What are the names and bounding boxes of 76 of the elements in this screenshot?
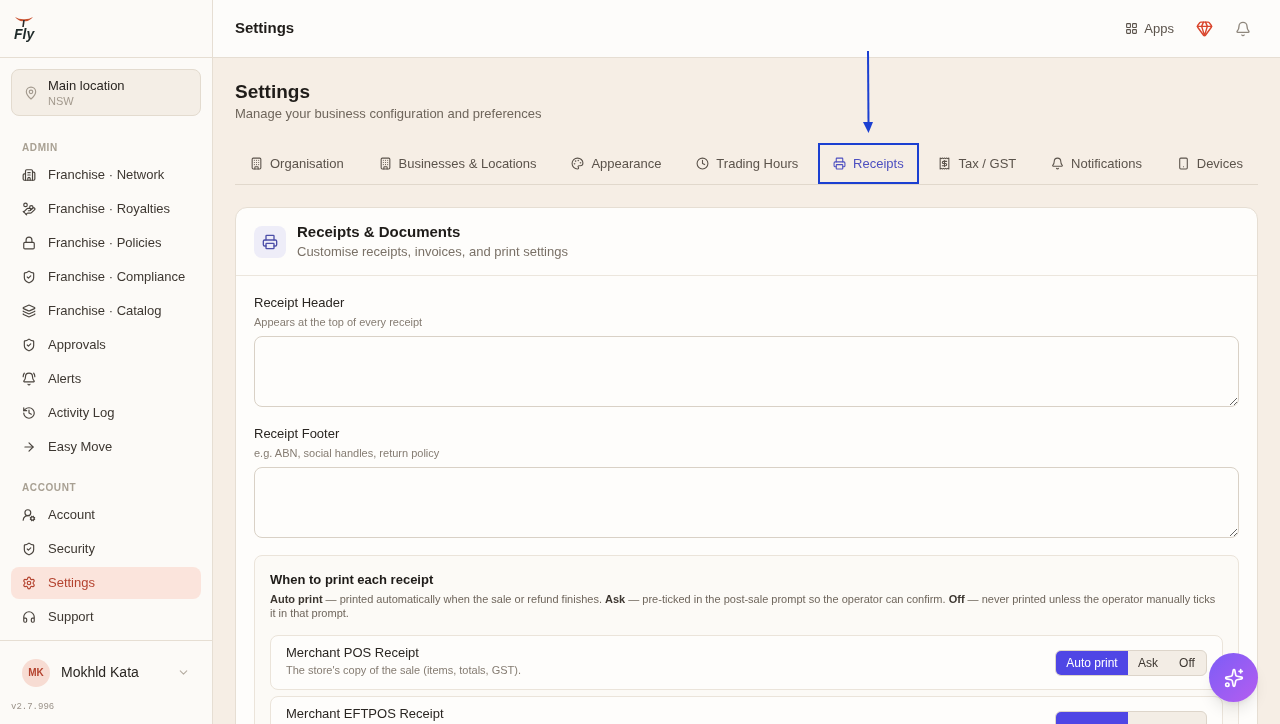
clock-icon bbox=[696, 157, 710, 170]
print-mode-option[interactable]: Auto print bbox=[1056, 651, 1128, 675]
settings-tab[interactable]: Businesses & Locations bbox=[363, 143, 552, 184]
sidebar-item[interactable]: Security bbox=[11, 533, 201, 565]
palette-icon bbox=[571, 157, 585, 170]
notifications-bell-icon[interactable] bbox=[1235, 20, 1251, 37]
map-pin-icon bbox=[24, 85, 38, 100]
receipt-name: Merchant POS Receipt bbox=[286, 645, 420, 661]
layers-icon bbox=[22, 304, 36, 318]
location-region: NSW bbox=[48, 94, 75, 108]
shield-check-icon bbox=[22, 270, 36, 284]
bell-icon bbox=[1051, 157, 1065, 170]
phone-icon bbox=[1176, 157, 1190, 170]
headphones-icon bbox=[22, 610, 36, 624]
page-title: Settings bbox=[235, 80, 311, 104]
receipt-name: Merchant EFTPOS Receipt bbox=[286, 706, 444, 722]
gem-icon[interactable] bbox=[1196, 20, 1213, 37]
building-icon bbox=[378, 157, 392, 170]
sidebar-item[interactable]: Account bbox=[11, 499, 201, 531]
section-heading: ADMIN bbox=[21, 141, 59, 155]
receipt-icon bbox=[938, 157, 952, 170]
settings-icon bbox=[22, 576, 36, 590]
sidebar-item[interactable]: Alerts bbox=[11, 363, 201, 395]
topbar-title: Settings bbox=[235, 18, 295, 39]
history-icon bbox=[22, 406, 36, 420]
user-menu[interactable]: MK Mokhld Kata bbox=[11, 658, 201, 687]
version-label: v2.7.996 bbox=[11, 700, 56, 714]
logo-wordmark: Fly bbox=[14, 27, 35, 41]
logo-mark-icon bbox=[14, 16, 35, 27]
bell-icon bbox=[22, 372, 36, 386]
print-mode-option[interactable]: Ask bbox=[1128, 651, 1168, 675]
location-name: Main location bbox=[48, 77, 125, 94]
arrow-right-icon bbox=[22, 440, 36, 454]
settings-tab[interactable]: Notifications bbox=[1036, 143, 1157, 184]
sidebar-item[interactable]: Franchise · Policies bbox=[11, 227, 201, 259]
building-icon bbox=[250, 157, 263, 170]
building-icon bbox=[22, 168, 36, 182]
shield-check-icon bbox=[22, 542, 36, 556]
sparkles-icon bbox=[1223, 667, 1244, 688]
hand-coins-icon bbox=[22, 202, 36, 216]
page-subtitle: Manage your business configuration and preferences bbox=[235, 105, 543, 123]
print-mode-option[interactable]: Off bbox=[1168, 651, 1206, 675]
sidebar-item[interactable]: Easy Move bbox=[11, 431, 201, 463]
panel-title: When to print each receipt bbox=[270, 571, 435, 589]
sidebar-item[interactable]: Franchise · Catalog bbox=[11, 295, 201, 327]
field-label: Receipt Header bbox=[254, 294, 346, 312]
sidebar-item[interactable]: Franchise · Network bbox=[11, 159, 201, 191]
grid-icon bbox=[1125, 22, 1139, 35]
settings-tab[interactable]: Appearance bbox=[556, 143, 677, 184]
avatar: MK bbox=[22, 658, 50, 687]
printer-icon bbox=[254, 225, 286, 258]
settings-tab[interactable]: Devices bbox=[1161, 143, 1258, 184]
apps-button[interactable]: Apps bbox=[1125, 18, 1174, 39]
card-title: Receipts & Documents bbox=[297, 222, 462, 242]
settings-tab[interactable]: Tax / GST bbox=[923, 143, 1032, 184]
sidebar-item[interactable]: Franchise · Compliance bbox=[11, 261, 201, 293]
user-icon bbox=[22, 508, 36, 522]
shield-check-icon bbox=[22, 338, 36, 352]
lock-icon bbox=[22, 236, 36, 250]
settings-tab[interactable]: Organisation bbox=[235, 143, 359, 184]
field-hint: e.g. ABN, social handles, return policy bbox=[254, 446, 441, 461]
sidebar-item[interactable]: Support bbox=[11, 601, 201, 633]
location-selector[interactable]: Main location NSW bbox=[11, 69, 201, 116]
field-hint: Appears at the top of every receipt bbox=[254, 315, 424, 330]
panel-description: Auto print — printed automatically when the sale or refund finishes. Ask — pre-ticked in the post-sale prompt so the operator can confirm. Off — never printed unless the operator manually ticks it in that prompt. bbox=[270, 592, 1217, 620]
user-name: Mokhld Kata bbox=[61, 663, 140, 682]
sidebar-item[interactable]: Franchise · Royalties bbox=[11, 193, 201, 225]
section-heading: ACCOUNT bbox=[21, 481, 78, 495]
receipt-description: The store's copy of the sale (items, totals, GST). bbox=[286, 663, 522, 678]
sidebar-item[interactable]: Approvals bbox=[11, 329, 201, 361]
printer-icon bbox=[833, 157, 847, 170]
sidebar-item[interactable]: Settings bbox=[11, 567, 201, 599]
settings-tab[interactable]: Trading Hours bbox=[681, 143, 814, 184]
sidebar-item[interactable]: Activity Log bbox=[11, 397, 201, 429]
card-subtitle: Customise receipts, invoices, and print settings bbox=[297, 243, 568, 261]
field-label: Receipt Footer bbox=[254, 425, 341, 443]
